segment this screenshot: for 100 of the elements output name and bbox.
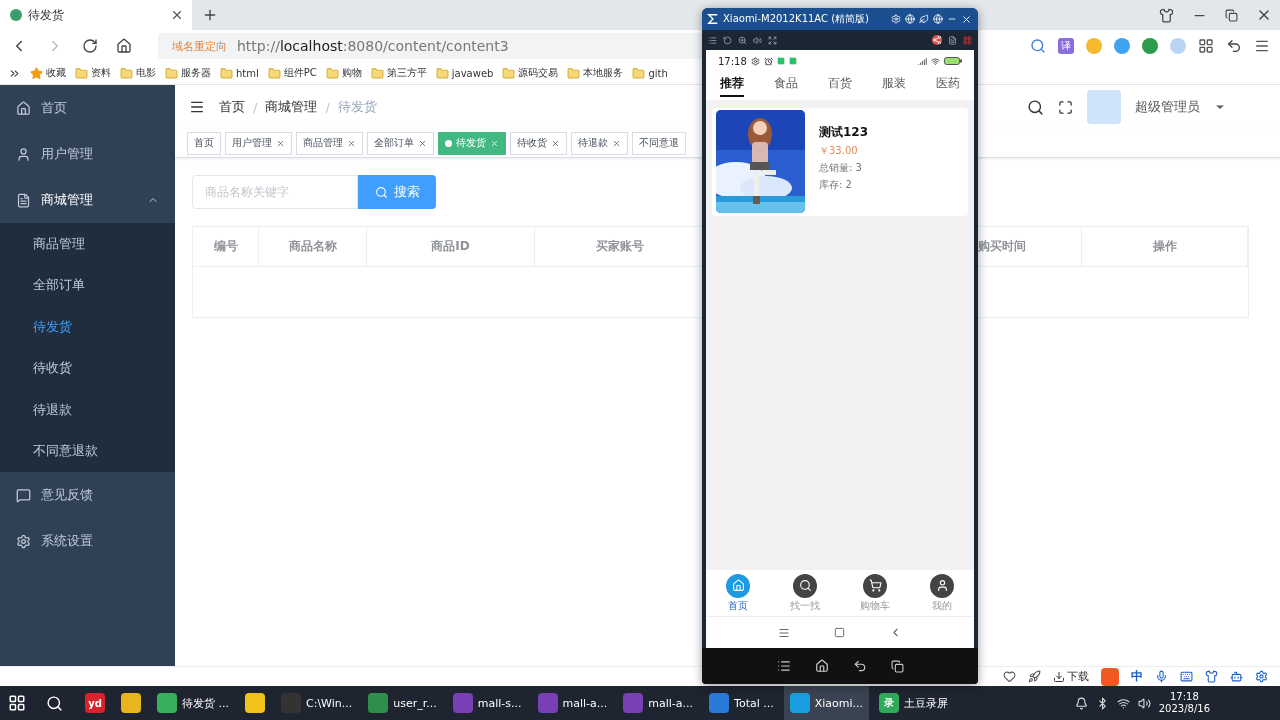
taskbar-app[interactable]: Xiaomi... (783, 686, 870, 720)
category-tab[interactable]: 医药 (936, 75, 960, 97)
taskbar-app[interactable]: 待发货 ... (151, 686, 235, 720)
tag-tab[interactable]: 待退款 (571, 131, 628, 155)
restore-icon[interactable] (1225, 8, 1238, 22)
bookmark[interactable]: html (220, 66, 259, 80)
close-icon[interactable] (170, 8, 184, 22)
menu-icon[interactable] (776, 659, 791, 673)
search-icon[interactable] (46, 694, 63, 712)
bookmark[interactable]: gith (632, 66, 668, 80)
close-icon[interactable] (347, 138, 356, 148)
bookmark[interactable]: 第三方平 (370, 66, 427, 80)
undo-icon[interactable] (1226, 38, 1242, 54)
taskbar-app[interactable]: mall-s... (446, 686, 528, 720)
category-tab[interactable]: 推荐 (720, 75, 744, 97)
breadcrumb-item[interactable]: 首页 (219, 98, 245, 116)
tag-tab[interactable]: 用户管理 (225, 131, 292, 155)
bookmark[interactable]: 组件PC (267, 66, 317, 80)
category-tab[interactable]: 百货 (828, 75, 852, 97)
rocket-icon[interactable] (1028, 670, 1041, 683)
bookmark[interactable]: 收藏 (30, 66, 66, 80)
submenu-item[interactable]: 待退款 (0, 389, 175, 431)
taskbar-app[interactable]: yd (79, 686, 111, 720)
reload-icon[interactable] (82, 38, 98, 54)
product-card[interactable]: 测试123 ￥33.00 总销量: 3 库存: 2 (712, 108, 968, 216)
ime-mode[interactable]: 中 (1131, 668, 1143, 685)
home-icon[interactable] (116, 38, 132, 54)
nav-icon (863, 573, 887, 598)
close-icon[interactable] (418, 138, 427, 148)
bookmark[interactable]: 购物 (325, 66, 362, 80)
taskbar-app[interactable]: mall-a... (531, 686, 614, 720)
fullscreen-icon[interactable] (1058, 99, 1073, 115)
hamburger-icon[interactable] (189, 99, 205, 115)
sidebar-item[interactable]: 意见反馈 (0, 472, 175, 518)
recent-apps-icon[interactable] (890, 659, 904, 673)
submenu-item[interactable]: 商品管理 (0, 223, 175, 265)
close-icon[interactable] (612, 138, 621, 148)
translate-icon[interactable]: 译 (1058, 38, 1074, 54)
zoom-icon[interactable] (738, 35, 747, 45)
file-icon[interactable] (948, 35, 957, 45)
list-icon[interactable] (708, 35, 717, 45)
back-icon[interactable] (852, 659, 867, 673)
bookmark[interactable]: 本地服务 (567, 66, 624, 80)
heart-icon[interactable] (1003, 670, 1016, 683)
taskbar-app[interactable]: Total ... (703, 686, 780, 720)
start-icon[interactable] (8, 694, 26, 712)
sidebar-item[interactable]: 系统设置 (0, 518, 175, 564)
taskbar-app[interactable]: C:\Win... (275, 686, 359, 720)
menu-icon[interactable] (778, 626, 790, 639)
submenu-item[interactable]: 不同意退款 (0, 430, 175, 472)
grid-icon[interactable] (1198, 38, 1214, 54)
submenu-item[interactable]: 待收货 (0, 347, 175, 389)
app-logo-icon[interactable]: yd (85, 693, 105, 713)
extension-icon[interactable] (1114, 38, 1130, 54)
bot-icon[interactable] (1230, 670, 1243, 683)
sidebar-item[interactable]: 用户管理 (0, 131, 175, 177)
submenu-item[interactable]: 待发货 (0, 306, 175, 348)
close-icon[interactable] (961, 13, 972, 25)
tag-tab[interactable]: 商品管理 (296, 131, 363, 155)
tag-tab[interactable]: 待收货 (510, 131, 567, 155)
taskbar-app[interactable]: 录 土豆录屏 (873, 686, 955, 720)
category-tab[interactable]: 服装 (882, 75, 906, 97)
tag-tab[interactable]: 不同意退 (632, 131, 686, 155)
breadcrumb-item[interactable]: 商城管理 (265, 98, 318, 116)
bookmark[interactable]: 电影 (120, 66, 156, 80)
share-icon[interactable] (932, 35, 942, 45)
bookmark[interactable]: javaweb (435, 66, 494, 80)
sidebar-item[interactable]: 商城管理 (0, 177, 175, 223)
tag-tab[interactable]: 首页 (187, 131, 221, 155)
new-tab-icon[interactable] (202, 7, 218, 23)
search-icon[interactable] (1027, 98, 1044, 116)
rotate-icon[interactable] (723, 35, 732, 45)
network-icon[interactable] (1116, 696, 1130, 710)
shirt-icon[interactable] (1159, 7, 1174, 23)
submenu-item[interactable]: 全部订单 (0, 264, 175, 306)
volume-icon[interactable] (1137, 696, 1151, 710)
tag-tab[interactable]: 全部订单 (367, 131, 434, 155)
browser-tab[interactable]: 待发货 (0, 0, 192, 30)
download-button[interactable]: 下载 (1053, 669, 1089, 684)
taskbar-app[interactable]: user_r... (362, 686, 443, 720)
bookmark[interactable]: 服务器 (165, 66, 211, 80)
mic-icon[interactable] (1155, 670, 1168, 683)
bottom-nav-item[interactable]: 首页 (726, 573, 750, 613)
close-icon[interactable] (551, 138, 560, 148)
shirt-icon[interactable] (1205, 670, 1218, 683)
menu-icon[interactable] (1254, 38, 1270, 54)
extension-icon[interactable] (1142, 38, 1158, 54)
bookmark[interactable]: 源码交易 (502, 66, 559, 80)
taskbar-app[interactable]: mall-a... (617, 686, 700, 720)
user-name[interactable]: 超级管理员 (1135, 98, 1200, 116)
close-icon[interactable] (276, 138, 285, 148)
category-tab[interactable]: 食品 (774, 75, 798, 97)
bookmark[interactable]: 资料 (75, 66, 111, 80)
clock[interactable]: 17:18 2023/8/16 (1158, 691, 1210, 715)
bell-icon[interactable] (1074, 696, 1088, 710)
sidebar-item[interactable]: 首页 (0, 85, 175, 131)
keyboard-icon[interactable] (1180, 670, 1193, 683)
expand-icon[interactable] (768, 35, 777, 45)
settings-icon[interactable] (1255, 670, 1268, 683)
search-field[interactable]: 商品名称关键字 (192, 175, 358, 209)
